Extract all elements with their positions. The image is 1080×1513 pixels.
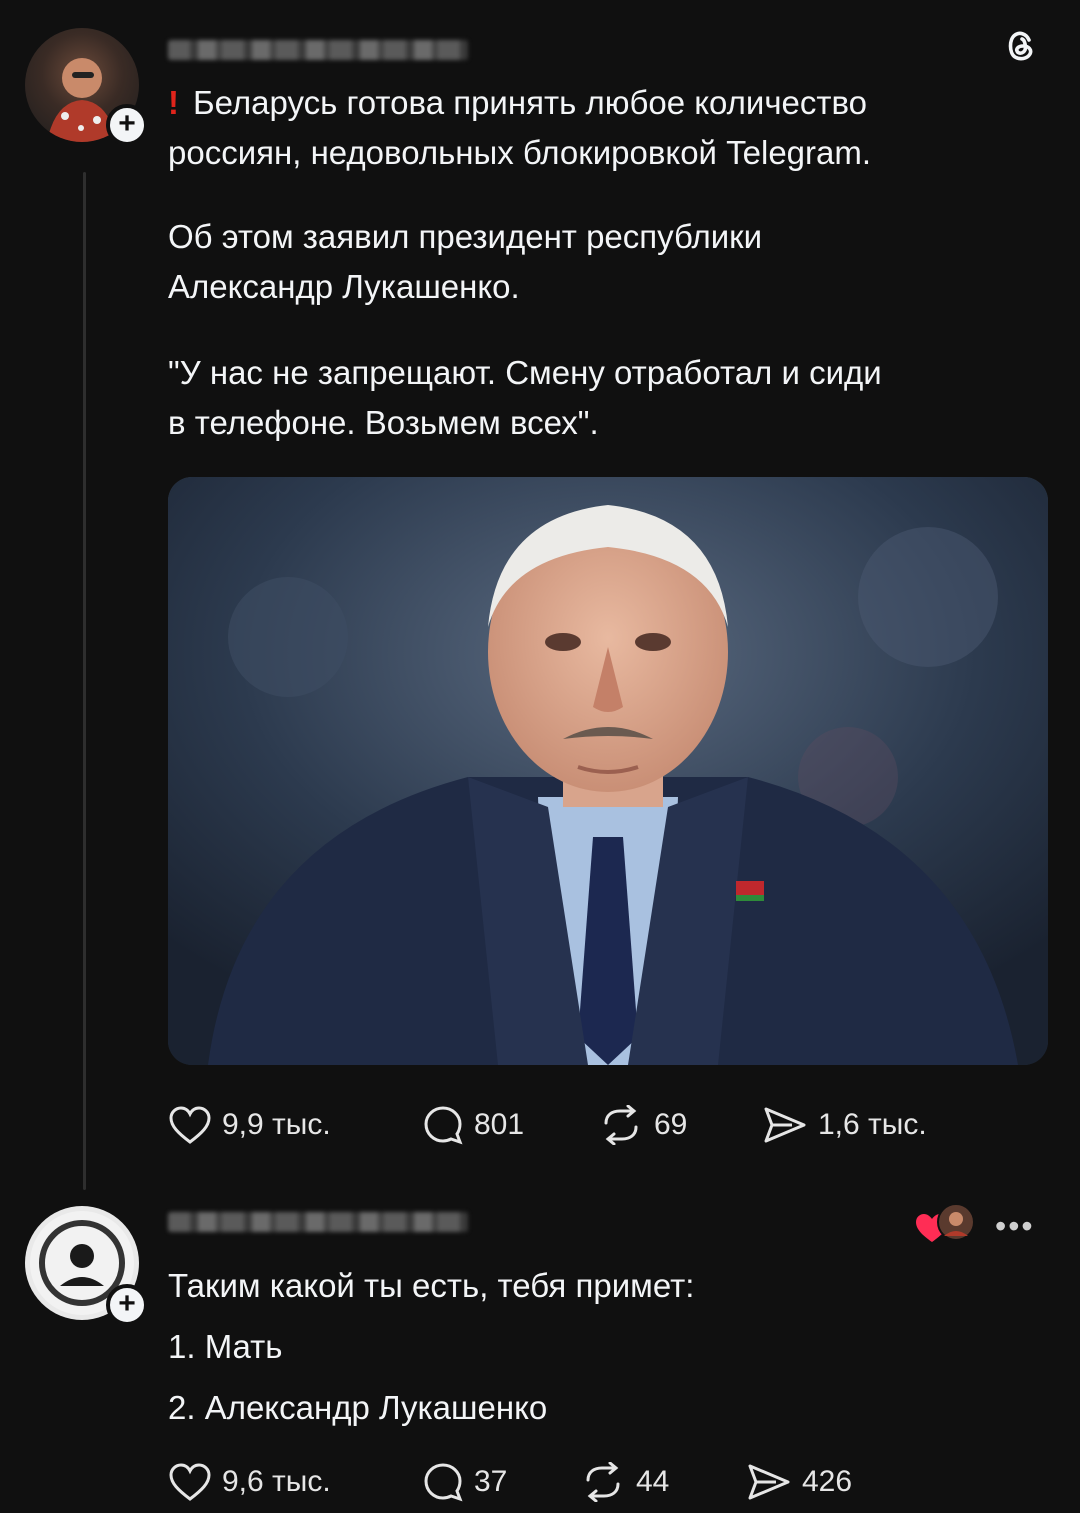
like-button[interactable]: 9,9 тыс.	[168, 1105, 331, 1145]
comment-icon	[424, 1463, 463, 1502]
post-text-paragraph-3: "У нас не запрещают. Смену отработал и с…	[168, 348, 1058, 448]
post-text-line: в телефоне. Возьмем всех".	[168, 404, 599, 441]
follow-plus-button[interactable]: +	[106, 104, 148, 146]
more-options-icon[interactable]: •••	[995, 1208, 1035, 1245]
reply-like-button[interactable]: 9,6 тыс.	[168, 1462, 331, 1502]
follow-plus-button[interactable]: +	[106, 1284, 148, 1326]
post-stats-bar: 9,9 тыс. 801 69 1,6 тыс.	[168, 1105, 1048, 1145]
post-text-paragraph-2: Об этом заявил президент республики Алек…	[168, 212, 1058, 312]
liked-by-author-indicator	[910, 1202, 980, 1248]
post-text-line: Об этом заявил президент республики	[168, 218, 762, 255]
share-button[interactable]: 1,6 тыс.	[762, 1105, 927, 1145]
author-username[interactable]	[168, 40, 468, 60]
reply-text-line: Таким какой ты есть, тебя примет:	[168, 1267, 695, 1304]
repost-count: 69	[654, 1108, 688, 1141]
reply-reply-button[interactable]: 37	[422, 1461, 507, 1503]
share-count: 426	[802, 1465, 853, 1498]
like-count: 9,9 тыс.	[222, 1108, 331, 1141]
post-text-line: Беларусь готова принять любое количество	[193, 84, 868, 121]
reply-count: 37	[474, 1465, 508, 1498]
reply-count: 801	[474, 1108, 525, 1141]
reply-stats-bar: 9,6 тыс. 37 44 426	[168, 1462, 1048, 1502]
reply-button[interactable]: 801	[422, 1104, 524, 1146]
thread-line	[83, 172, 86, 1190]
threads-icon[interactable]	[1000, 26, 1040, 66]
reply-author-username[interactable]	[168, 1212, 468, 1232]
send-icon	[748, 1464, 790, 1500]
comment-icon	[424, 1106, 463, 1145]
heart-icon	[169, 1106, 211, 1144]
repost-icon	[604, 1105, 638, 1145]
reply-text-line: 1. Мать	[168, 1328, 283, 1365]
reply-text-line: 2. Александр Лукашенко	[168, 1389, 548, 1426]
alert-icon: !	[168, 84, 179, 121]
reply-repost-button[interactable]: 44	[580, 1462, 669, 1502]
post-text-line: "У нас не запрещают. Смену отработал и с…	[168, 354, 882, 391]
repost-count: 44	[636, 1465, 670, 1498]
like-count: 9,6 тыс.	[222, 1465, 331, 1498]
repost-icon	[586, 1462, 620, 1502]
post-photo[interactable]	[168, 477, 1048, 1065]
post-text-line: Александр Лукашенко.	[168, 268, 520, 305]
send-icon	[764, 1107, 806, 1143]
share-count: 1,6 тыс.	[818, 1108, 927, 1141]
reply-share-button[interactable]: 426	[746, 1462, 852, 1502]
reply-text: Таким какой ты есть, тебя примет: 1. Мат…	[168, 1255, 1048, 1438]
repost-button[interactable]: 69	[598, 1105, 687, 1145]
post-text-line: россиян, недовольных блокировкой Telegra…	[168, 134, 872, 171]
post-text-paragraph-1: ! Беларусь готова принять любое количеств…	[168, 78, 1058, 178]
heart-icon	[169, 1463, 211, 1501]
